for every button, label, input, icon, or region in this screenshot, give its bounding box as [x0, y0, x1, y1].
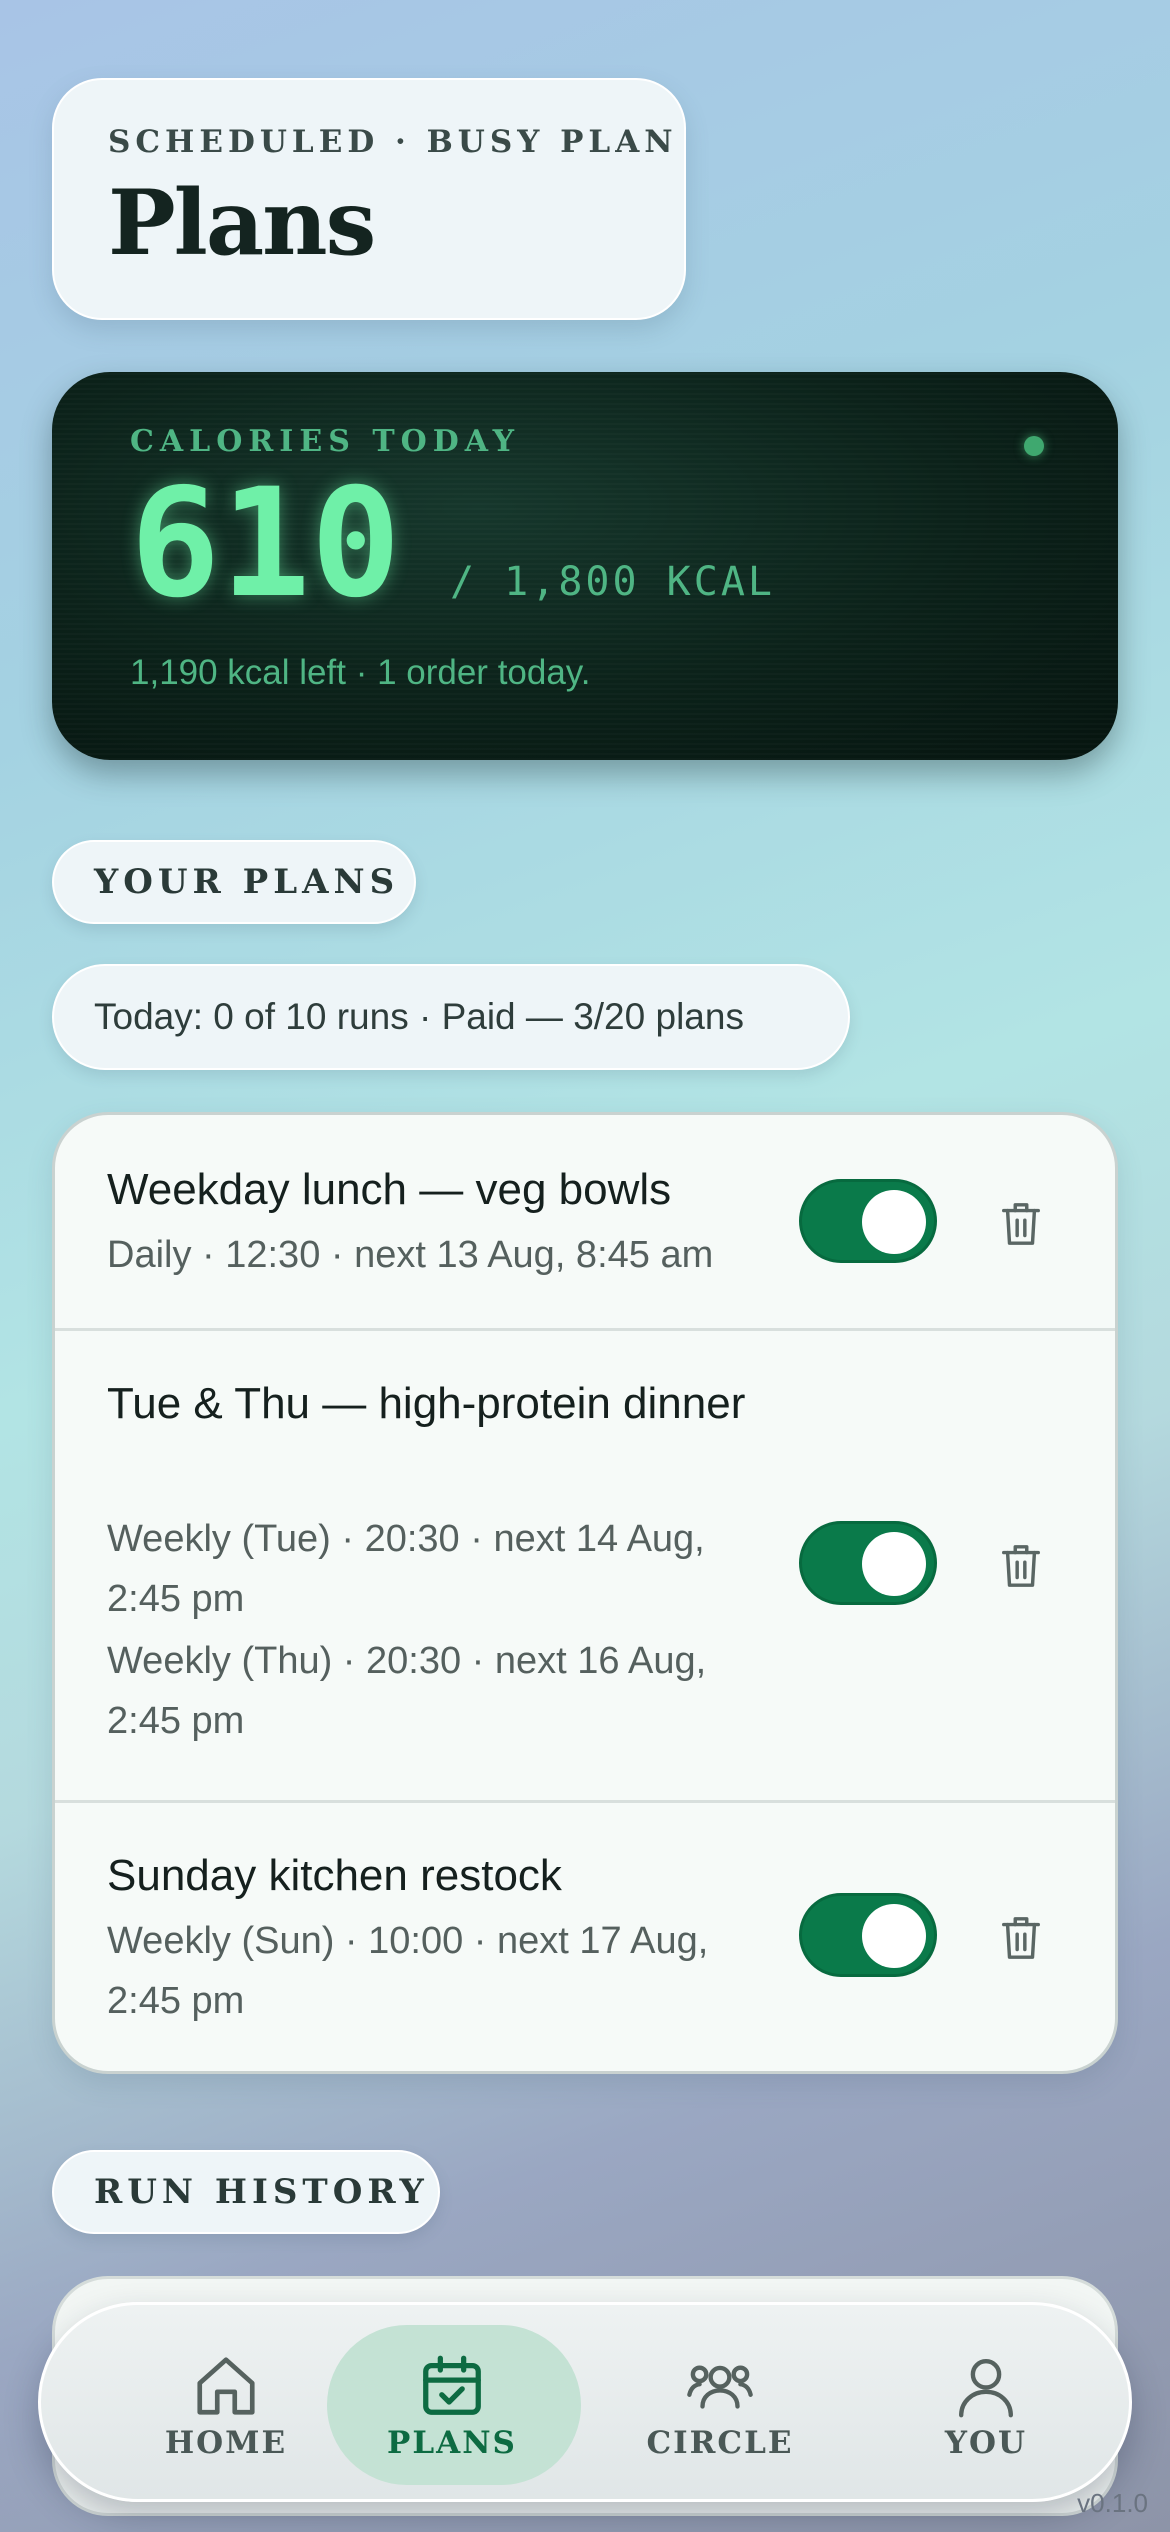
nav-plans[interactable]: PLANS — [327, 2305, 581, 2505]
your-plans-label: YOUR PLANS — [52, 840, 416, 924]
plans-list: Weekday lunch — veg bowls Daily · 12:30 … — [52, 1112, 1118, 2074]
plan-name: Tue & Thu — high-protein dinner — [107, 1379, 746, 1428]
nav-you-label: YOU — [944, 2425, 1028, 2461]
plan-name: Sunday kitchen restock — [107, 1851, 562, 1900]
nav-circle[interactable]: CIRCLE — [595, 2305, 845, 2505]
calories-kicker: CALORIES TODAY — [130, 424, 520, 459]
group-icon — [687, 2365, 753, 2409]
nav-you[interactable]: YOU — [861, 2305, 1111, 2505]
calories-summary: 1,190 kcal left · 1 order today. — [130, 653, 591, 692]
plan-item-weekday-lunch[interactable]: Weekday lunch — veg bowls Daily · 12:30 … — [55, 1115, 1115, 1331]
nav-plans-label: PLANS — [387, 2425, 517, 2461]
calories-card: CALORIES TODAY 610 / 1,800 KCAL 1,190 kc… — [52, 372, 1118, 760]
plan-schedule: Weekly (Thu) · 20:30 · next 16 Aug, 2:45… — [107, 1640, 707, 1742]
trash-icon[interactable] — [1001, 1543, 1041, 1589]
plan-item-sunday-restock[interactable]: Sunday kitchen restock Weekly (Sun) · 10… — [55, 1803, 1115, 2071]
page-kicker: SCHEDULED · BUSY PLAN — [108, 124, 678, 160]
calendar-check-icon — [423, 2355, 481, 2415]
run-history-label: RUN HISTORY — [52, 2150, 440, 2234]
calories-goal: / 1,800 KCAL — [450, 559, 775, 605]
nav-circle-label: CIRCLE — [646, 2425, 794, 2461]
trash-icon[interactable] — [1001, 1915, 1041, 1961]
bottom-nav: HOME PLANS CIRCLE YOU — [38, 2302, 1132, 2502]
plan-schedule: Weekly (Sun) · 10:00 · next 17 Aug, 2:45… — [107, 1920, 709, 2022]
user-icon — [959, 2359, 1013, 2418]
plan-usage-summary: Today: 0 of 10 runs · Paid — 3/20 plans — [52, 964, 850, 1070]
plan-enabled-toggle[interactable] — [799, 1893, 937, 1977]
page-header-card: SCHEDULED · BUSY PLAN Plans — [52, 78, 686, 320]
plan-schedule: Daily · 12:30 · next 13 Aug, 8:45 am — [107, 1234, 714, 1276]
plan-schedule: Weekly (Tue) · 20:30 · next 14 Aug, 2:45… — [107, 1518, 705, 1620]
version-label: v0.1.0 — [1077, 2488, 1148, 2518]
page-title: Plans — [108, 170, 376, 276]
calories-value: 610 — [130, 457, 401, 631]
nav-home[interactable]: HOME — [101, 2305, 351, 2505]
nav-home-label: HOME — [164, 2425, 288, 2461]
plan-enabled-toggle[interactable] — [799, 1179, 937, 1263]
trash-icon[interactable] — [1001, 1201, 1041, 1247]
plan-name: Weekday lunch — veg bowls — [107, 1165, 672, 1214]
home-icon — [197, 2357, 255, 2415]
plan-enabled-toggle[interactable] — [799, 1521, 937, 1605]
plan-item-high-protein-dinner[interactable]: Tue & Thu — high-protein dinner Weekly (… — [55, 1331, 1115, 1803]
